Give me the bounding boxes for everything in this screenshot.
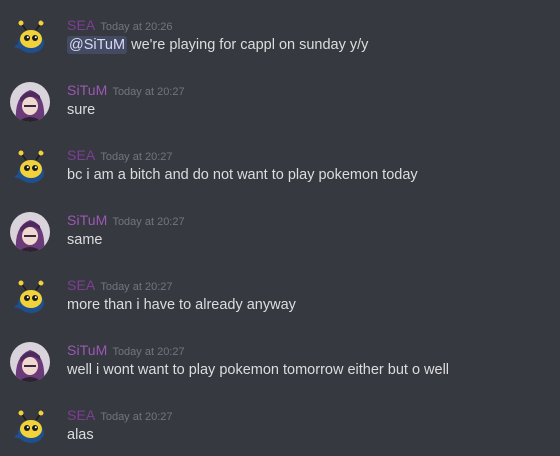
message-timestamp: Today at 20:27 xyxy=(112,216,185,228)
chat-message-list: SEA Today at 20:26 @SiTuM we're playing f… xyxy=(0,0,560,456)
author-name[interactable]: SEA xyxy=(67,277,95,293)
message-header: SiTuM Today at 20:27 xyxy=(67,82,185,100)
author-name[interactable]: SiTuM xyxy=(67,212,107,228)
user-mention[interactable]: @SiTuM xyxy=(67,36,128,54)
yellow-pokemon-avatar-icon[interactable] xyxy=(10,407,50,447)
message-group: SiTuM Today at 20:27 sure xyxy=(0,82,560,147)
message-timestamp: Today at 20:27 xyxy=(112,86,185,98)
message-header: SEA Today at 20:27 xyxy=(67,147,173,165)
author-name[interactable]: SiTuM xyxy=(67,342,107,358)
message-content: well i wont want to play pokemon tomorro… xyxy=(67,362,450,378)
yellow-pokemon-avatar-icon[interactable] xyxy=(10,147,50,187)
message-group: SEA Today at 20:26 @SiTuM we're playing f… xyxy=(0,17,560,82)
message-timestamp: Today at 20:27 xyxy=(100,411,173,423)
message-content: @SiTuM we're playing for cappl on sunday… xyxy=(67,36,369,54)
message-timestamp: Today at 20:27 xyxy=(100,151,173,163)
message-group: SiTuM Today at 20:27 well i wont want to … xyxy=(0,342,560,407)
message-timestamp: Today at 20:27 xyxy=(112,346,185,358)
message-header: SEA Today at 20:26 xyxy=(67,17,173,35)
message-group: SEA Today at 20:27 more than i have to al… xyxy=(0,277,560,342)
message-group: SEA Today at 20:27 alas xyxy=(0,407,560,456)
author-name[interactable]: SEA xyxy=(67,17,95,33)
message-header: SEA Today at 20:27 xyxy=(67,277,173,295)
purple-hair-character-avatar-icon[interactable] xyxy=(10,82,50,122)
message-text: we're playing for cappl on sunday y/y xyxy=(127,37,369,53)
author-name[interactable]: SEA xyxy=(67,147,95,163)
message-group: SiTuM Today at 20:27 same xyxy=(0,212,560,277)
message-timestamp: Today at 20:26 xyxy=(100,21,173,33)
message-content: sure xyxy=(67,102,96,118)
message-timestamp: Today at 20:27 xyxy=(100,281,173,293)
message-group: SEA Today at 20:27 bc i am a bitch and do… xyxy=(0,147,560,212)
yellow-pokemon-avatar-icon[interactable] xyxy=(10,17,50,57)
yellow-pokemon-avatar-icon[interactable] xyxy=(10,277,50,317)
message-header: SiTuM Today at 20:27 xyxy=(67,212,185,230)
message-content: same xyxy=(67,232,103,248)
message-header: SiTuM Today at 20:27 xyxy=(67,342,185,360)
author-name[interactable]: SEA xyxy=(67,407,95,423)
message-header: SEA Today at 20:27 xyxy=(67,407,173,425)
author-name[interactable]: SiTuM xyxy=(67,82,107,98)
message-content: alas xyxy=(67,427,94,443)
message-content: bc i am a bitch and do not want to play … xyxy=(67,167,418,183)
purple-hair-character-avatar-icon[interactable] xyxy=(10,212,50,252)
message-content: more than i have to already anyway xyxy=(67,297,296,313)
purple-hair-character-avatar-icon[interactable] xyxy=(10,342,50,382)
